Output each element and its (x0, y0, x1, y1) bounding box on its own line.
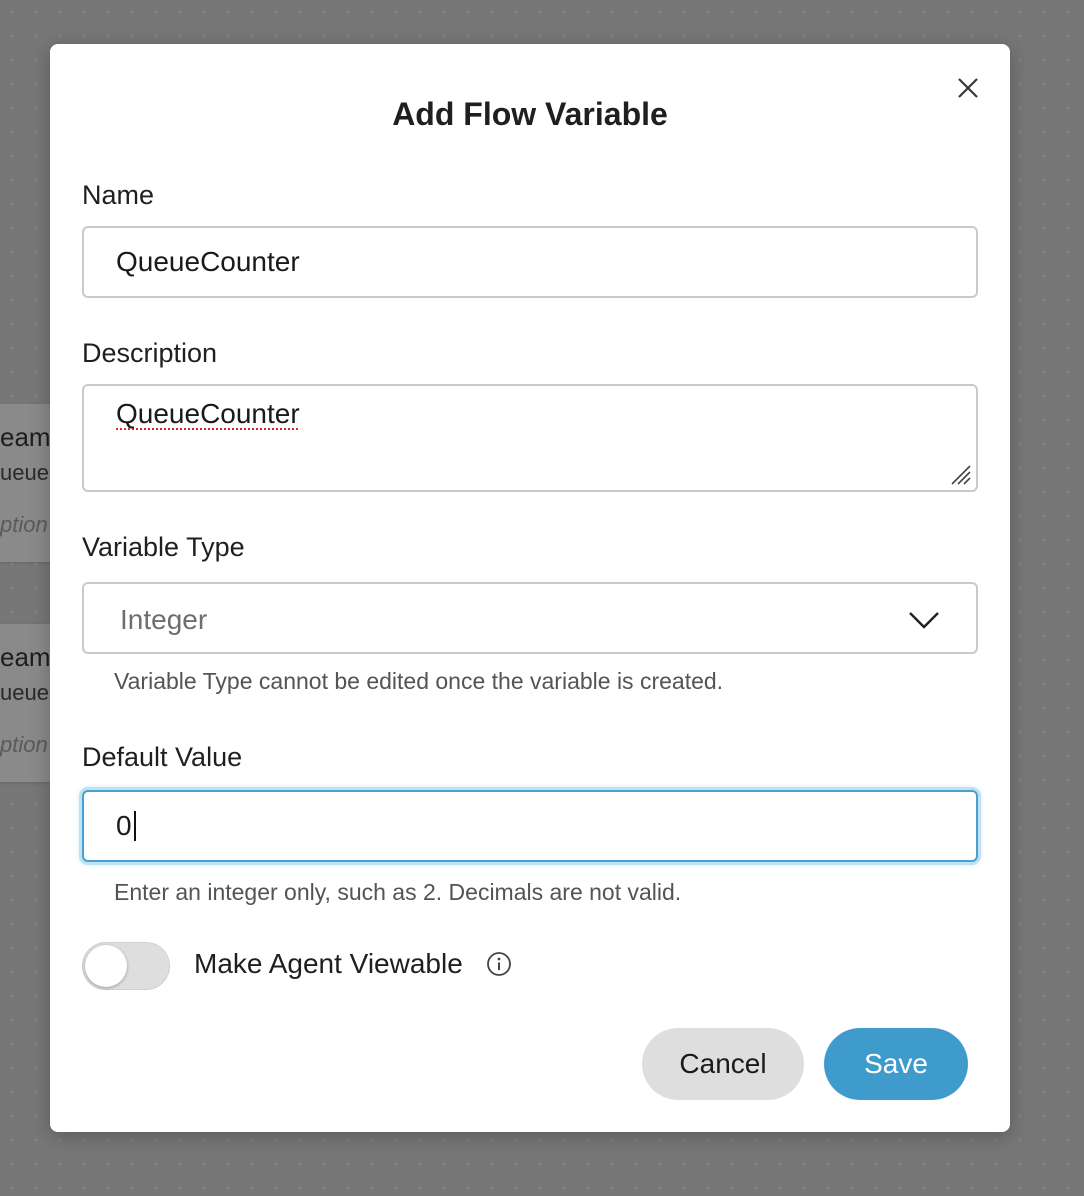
canvas-node-option: ption (0, 512, 48, 537)
dialog-title: Add Flow Variable (392, 96, 668, 132)
default-value-label: Default Value (82, 742, 243, 772)
resize-grip-icon[interactable] (948, 462, 972, 486)
description-textarea[interactable]: QueueCounter (82, 384, 978, 492)
chevron-down-icon (909, 612, 939, 629)
agent-viewable-label: Make Agent Viewable (194, 948, 463, 979)
cancel-button[interactable]: Cancel (642, 1028, 804, 1100)
name-input[interactable] (82, 226, 978, 298)
text-caret (133, 811, 136, 841)
variable-type-helper: Variable Type cannot be edited once the … (114, 668, 724, 694)
default-value-input[interactable]: 0 (82, 790, 978, 862)
default-value-helper: Enter an integer only, such as 2. Decima… (114, 879, 682, 905)
canvas-node-subtitle: ueue (0, 460, 49, 485)
canvas-node-title: eam (0, 642, 51, 672)
add-flow-variable-dialog: Add Flow Variable Name Description Queue… (50, 44, 1010, 1132)
info-icon[interactable] (486, 951, 512, 977)
save-button[interactable]: Save (824, 1028, 968, 1100)
description-text: QueueCounter (116, 398, 300, 429)
description-label: Description (82, 338, 218, 368)
agent-viewable-toggle[interactable] (82, 942, 170, 990)
variable-type-select[interactable]: Integer (82, 582, 978, 654)
canvas-node-option: ption (0, 732, 48, 757)
canvas-node-subtitle: ueue (0, 680, 49, 705)
name-label: Name (82, 180, 155, 210)
variable-type-value: Integer (120, 604, 208, 635)
variable-type-label: Variable Type (82, 532, 245, 562)
default-value-text: 0 (116, 810, 132, 841)
toggle-knob (85, 945, 127, 987)
